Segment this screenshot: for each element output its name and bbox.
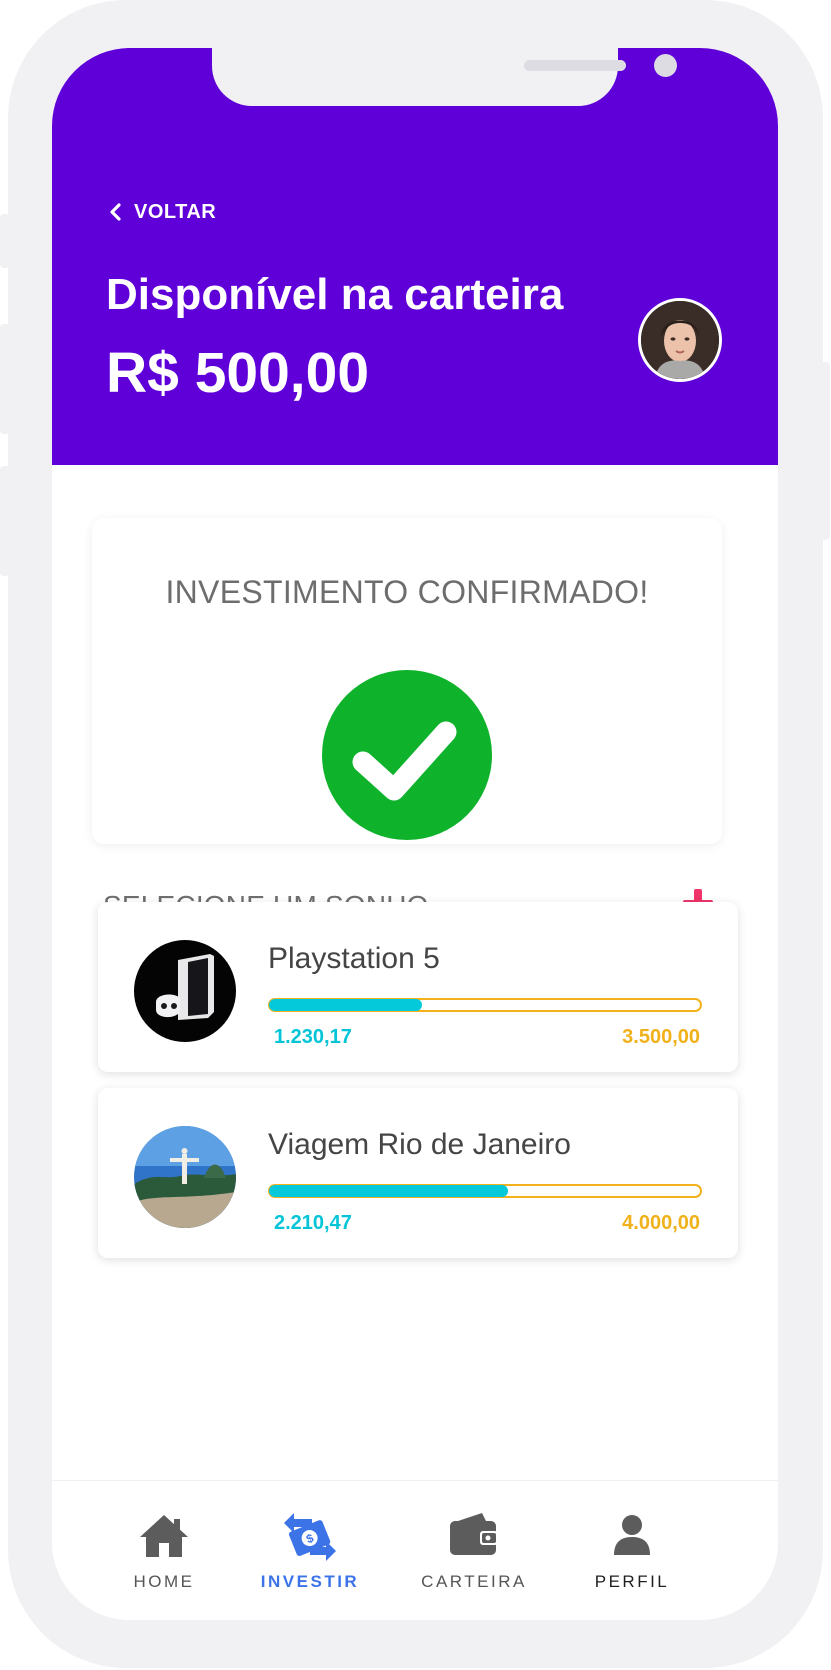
dream-progress-fill — [269, 999, 422, 1011]
dream-image-playstation — [134, 940, 236, 1042]
rio-image — [134, 1126, 236, 1228]
page-title: Disponível na carteira — [106, 270, 564, 319]
dream-goal-amount: 3.500,00 — [622, 1026, 700, 1048]
money-transfer-icon: $ — [284, 1513, 336, 1561]
checkmark-icon — [352, 721, 457, 801]
app-screen: VOLTAR Disponível na carteira R$ 500,00 … — [52, 48, 778, 1620]
avatar-photo — [641, 301, 719, 379]
bottom-nav: HOME $ INVESTIR CARTEIRA PERFIL — [52, 1480, 778, 1620]
wallet-icon — [450, 1513, 498, 1555]
user-icon — [614, 1515, 650, 1555]
phone-mute-button — [0, 214, 10, 268]
chevron-left-icon — [110, 203, 121, 221]
dream-name: Viagem Rio de Janeiro — [268, 1128, 571, 1161]
dream-current-amount: 2.210,47 — [274, 1212, 352, 1234]
front-camera — [654, 54, 677, 77]
nav-item-carteira[interactable]: CARTEIRA — [404, 1481, 544, 1620]
back-button[interactable]: VOLTAR — [104, 200, 216, 224]
console-image — [134, 940, 236, 1042]
wallet-balance: R$ 500,00 — [106, 341, 370, 405]
home-icon — [140, 1515, 188, 1557]
nav-label-home: HOME — [133, 1572, 195, 1591]
nav-label-carteira: CARTEIRA — [421, 1572, 527, 1591]
phone-notch — [212, 48, 677, 106]
nav-label-perfil: PERFIL — [594, 1572, 670, 1591]
nav-item-investir[interactable]: $ INVESTIR — [240, 1481, 380, 1620]
dream-card-rio[interactable]: Viagem Rio de Janeiro 2.210,47 4.000,00 — [98, 1088, 738, 1258]
speaker-grill — [524, 60, 626, 71]
dream-progress-bar — [268, 998, 702, 1012]
phone-volume-up-button — [0, 324, 10, 434]
dream-image-rio — [134, 1126, 236, 1228]
avatar[interactable] — [638, 298, 722, 382]
dream-goal-amount: 4.000,00 — [622, 1212, 700, 1234]
dream-progress-bar — [268, 1184, 702, 1198]
dream-name: Playstation 5 — [268, 942, 440, 975]
nav-item-home[interactable]: HOME — [94, 1481, 234, 1620]
nav-label-investir: INVESTIR — [260, 1572, 360, 1591]
dream-card-playstation[interactable]: Playstation 5 1.230,17 3.500,00 — [98, 902, 738, 1072]
phone-power-button — [820, 362, 830, 540]
dream-progress-fill — [269, 1185, 508, 1197]
wallet-header: VOLTAR Disponível na carteira R$ 500,00 — [52, 48, 778, 465]
dream-current-amount: 1.230,17 — [274, 1026, 352, 1048]
check-circle-icon — [322, 670, 492, 840]
back-label: VOLTAR — [134, 200, 217, 223]
phone-volume-down-button — [0, 466, 10, 576]
confirmation-message: INVESTIMENTO CONFIRMADO! — [165, 574, 649, 610]
nav-item-perfil[interactable]: PERFIL — [562, 1481, 702, 1620]
confirmation-card: INVESTIMENTO CONFIRMADO! — [92, 518, 722, 844]
